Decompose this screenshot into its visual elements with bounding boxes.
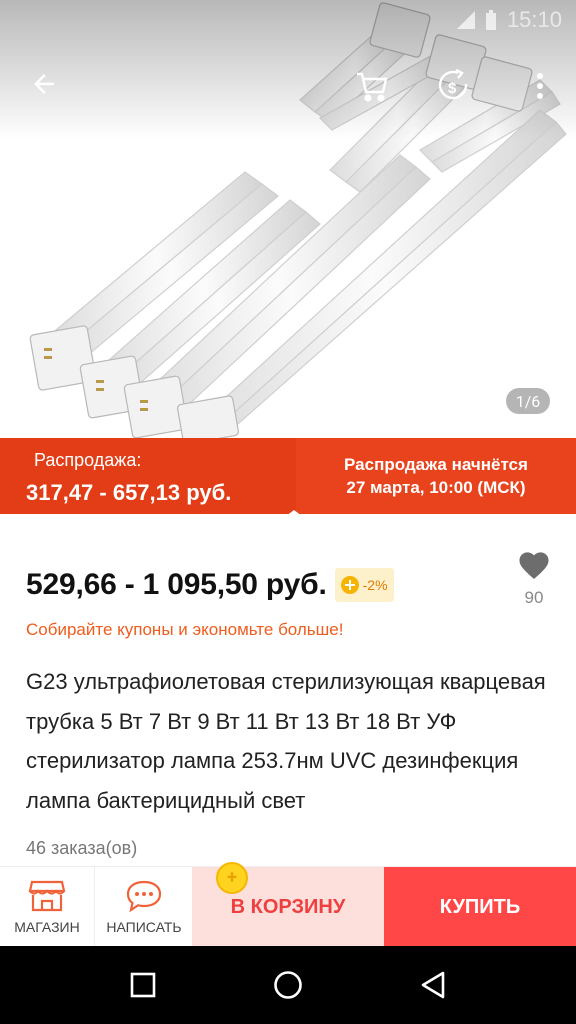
battery-icon [485, 10, 496, 30]
heart-icon [519, 552, 549, 580]
arrow-left-icon [34, 74, 54, 94]
orders-count: 46 заказа(ов) [26, 838, 138, 858]
sale-label: Распродажа: [34, 450, 142, 470]
circle-icon [274, 971, 302, 999]
message-label: НАПИСАТЬ [106, 919, 182, 935]
wishlist-button[interactable]: 90 [510, 548, 558, 608]
gallery-page-indicator: 1/6 [506, 388, 550, 414]
coin-discount-badge[interactable]: -2% [334, 568, 394, 602]
sale-start-line2: 27 марта, 10:00 (МСК) [346, 478, 526, 497]
more-vertical-icon [537, 73, 543, 99]
more-menu-button[interactable] [514, 60, 566, 112]
square-icon [130, 972, 155, 998]
sale-price-block: Распродажа: 317,47 - 657,13 руб. [0, 438, 296, 514]
share-coin-icon: $ [438, 68, 468, 100]
product-image-gallery[interactable]: 15:10 $ 1/6 [0, 0, 576, 438]
triangle-back-icon [422, 971, 445, 999]
store-icon [28, 880, 66, 912]
back-nav-button[interactable] [403, 955, 463, 1015]
product-price: 529,66 - 1 095,50 руб. [26, 568, 327, 601]
signal-icon [456, 11, 475, 29]
status-bar: 15:10 [0, 0, 576, 40]
home-button[interactable] [258, 955, 318, 1015]
coin-plus-icon [340, 576, 359, 594]
message-seller-button[interactable]: НАПИСАТЬ [96, 867, 192, 947]
share-button[interactable]: $ [428, 60, 480, 112]
back-button[interactable] [18, 58, 70, 110]
coupon-promo-link[interactable]: Собирайте купоны и экономьте больше! [26, 620, 343, 640]
sale-price: 317,47 - 657,13 руб. [26, 480, 232, 505]
buy-now-button[interactable]: КУПИТЬ [384, 867, 576, 947]
chat-bubble-icon [126, 880, 162, 913]
discount-value: -2% [362, 577, 388, 593]
store-button[interactable]: МАГАЗИН [0, 867, 95, 947]
svg-text:$: $ [448, 80, 457, 97]
coin-icon: + [216, 862, 248, 894]
product-title: G23 ультрафиолетовая стерилизующая кварц… [26, 669, 546, 813]
add-to-cart-label: В КОРЗИНУ [230, 895, 346, 918]
wishlist-count: 90 [524, 588, 544, 607]
status-time: 15:10 [506, 7, 562, 32]
shopping-cart-icon [357, 72, 388, 102]
sale-banner: Распродажа: 317,47 - 657,13 руб. Распрод… [0, 438, 576, 516]
recents-button[interactable] [113, 955, 173, 1015]
system-nav-bar [0, 946, 576, 1024]
bottom-action-bar: МАГАЗИН НАПИСАТЬ В КОРЗИНУ КУПИТЬ [0, 866, 576, 947]
cart-button[interactable] [346, 60, 398, 112]
sale-start-line1: Распродажа начнётся [344, 455, 528, 474]
store-label: МАГАЗИН [14, 919, 80, 935]
price-row: 529,66 - 1 095,50 руб. -2% [26, 568, 394, 602]
buy-now-label: КУПИТЬ [439, 895, 521, 918]
sale-start-block: Распродажа начнётся 27 марта, 10:00 (МСК… [296, 438, 576, 514]
